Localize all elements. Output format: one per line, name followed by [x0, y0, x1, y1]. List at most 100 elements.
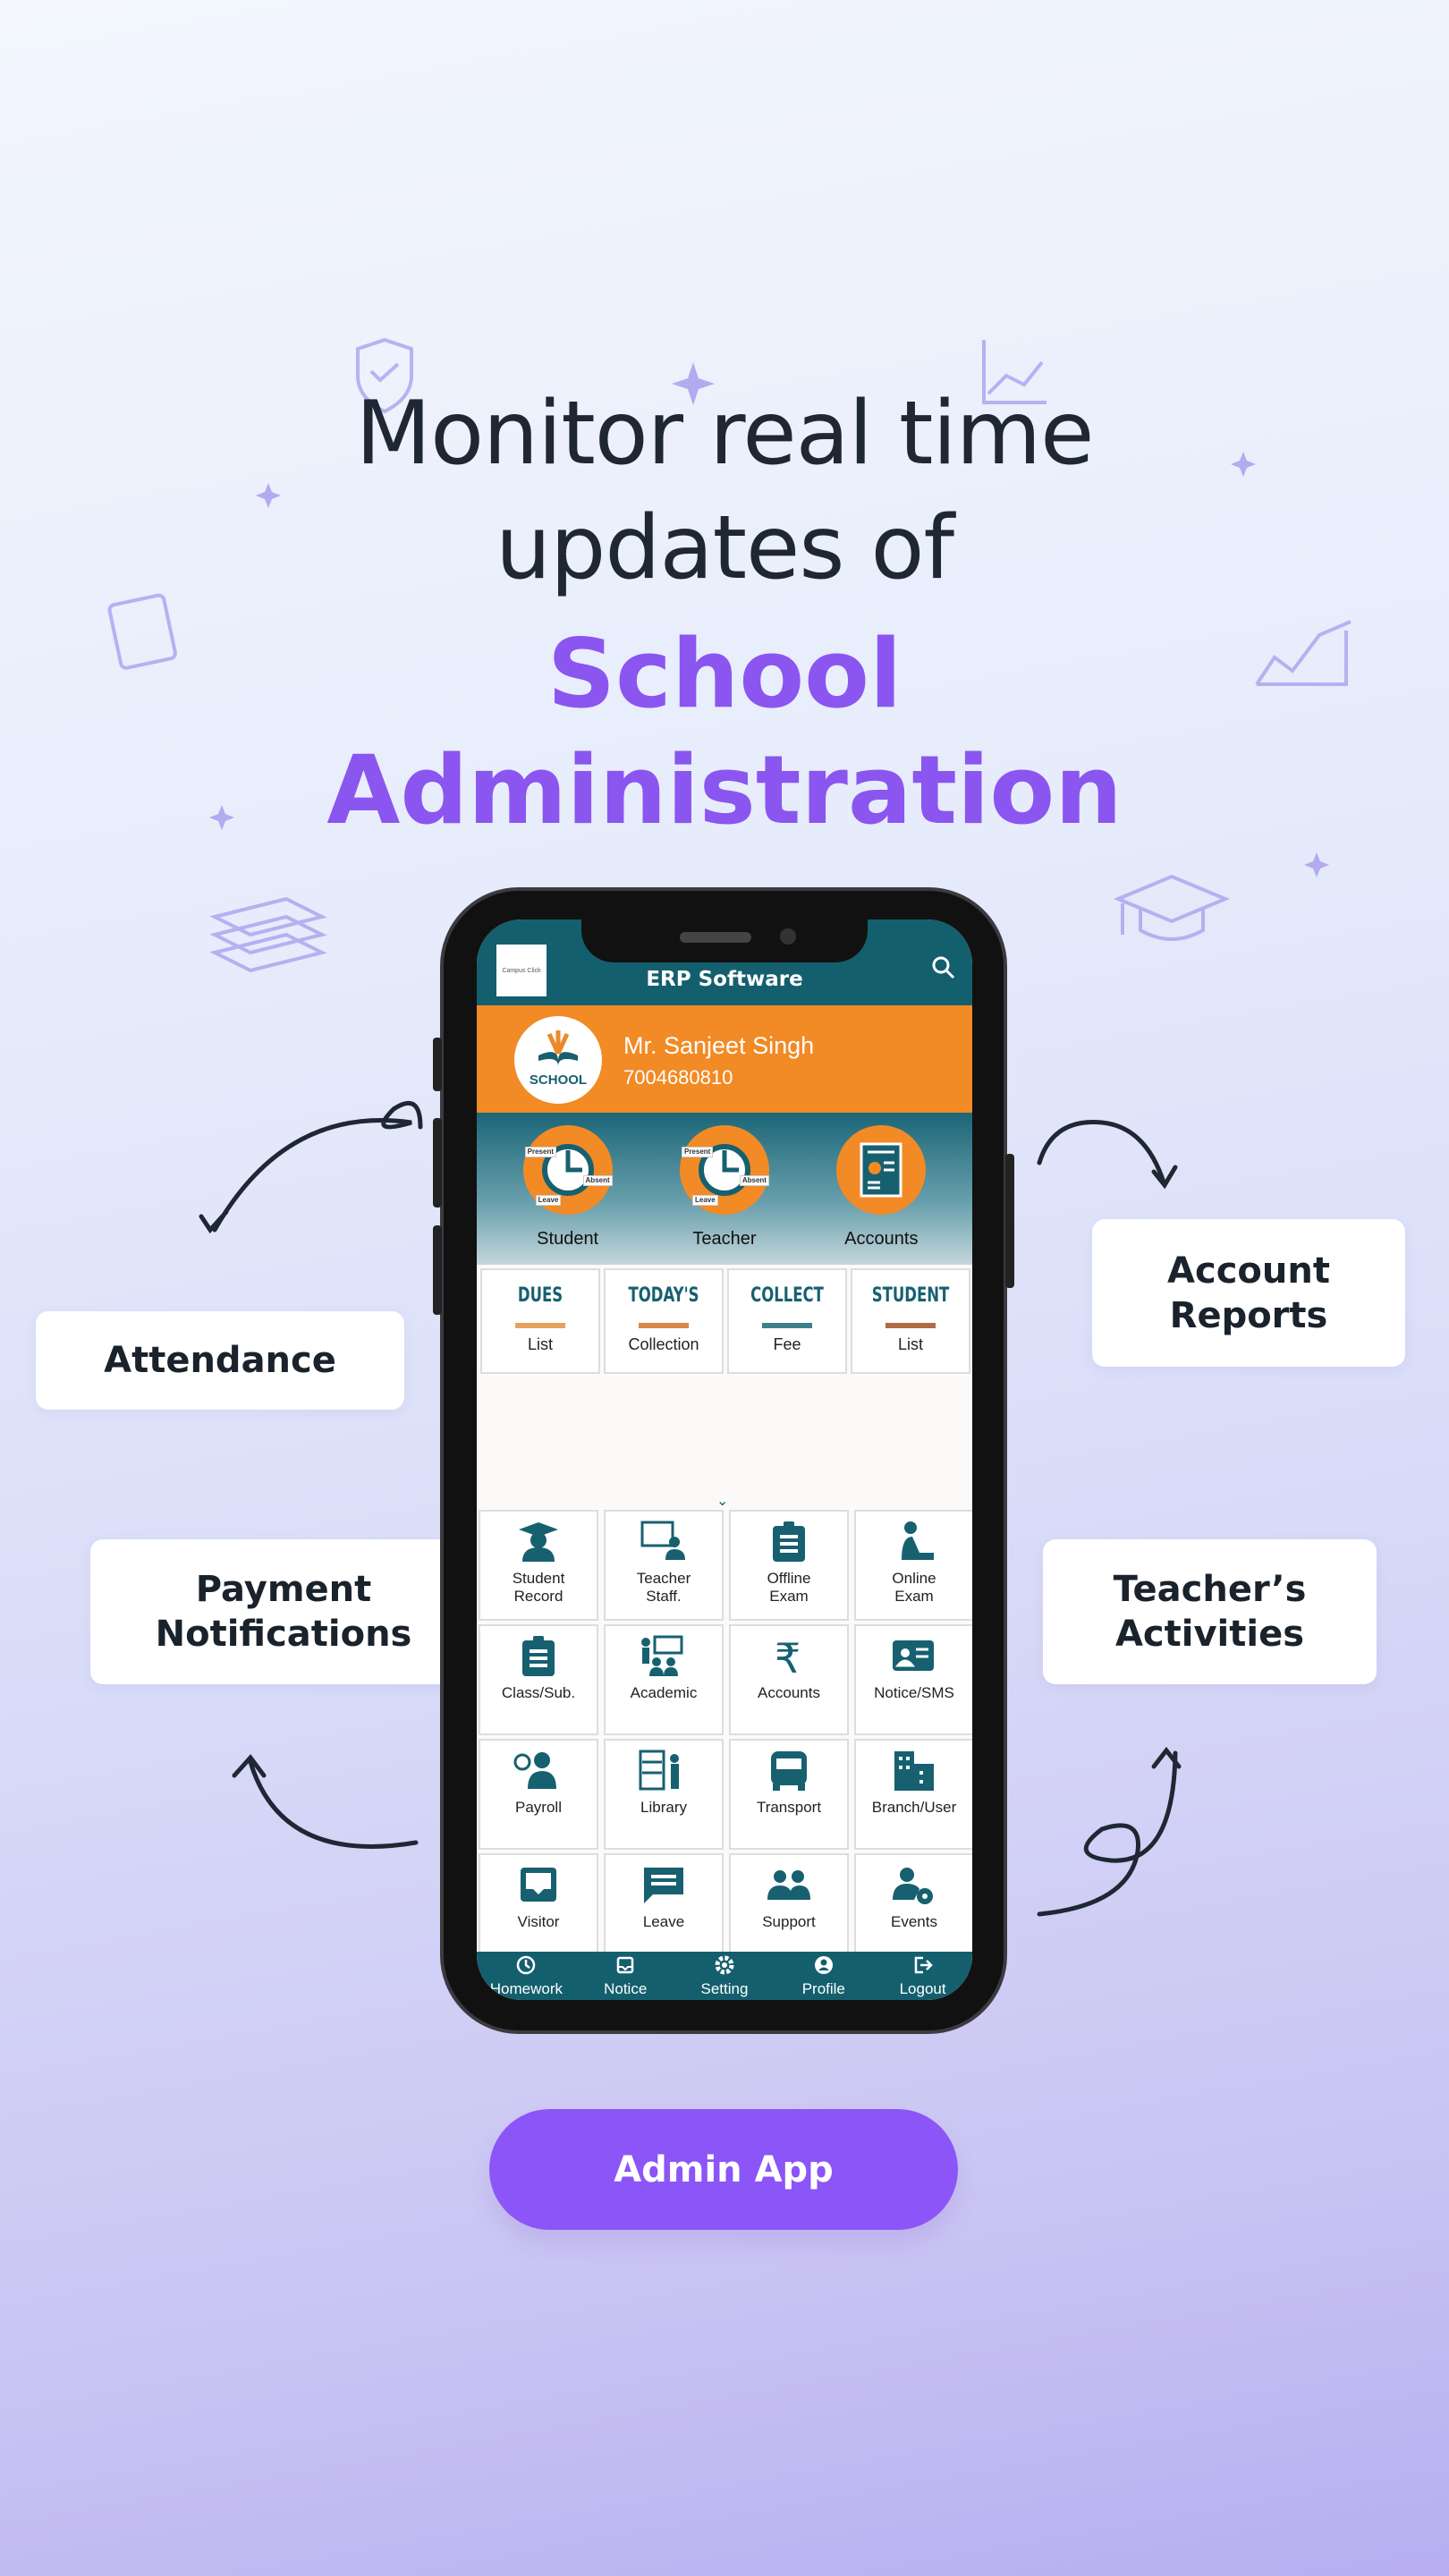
app-screen: Campus Click ERP Software SCHOOL Mr. San…: [477, 919, 972, 2000]
quick-card-todays-collection[interactable]: TODAY'S Collection: [604, 1268, 724, 1374]
arrow-to-teacher-activities: [1037, 1746, 1182, 1917]
present-tag: Present: [681, 1147, 714, 1157]
building-icon: [894, 1751, 934, 1791]
profile-banner: SCHOOL Mr. Sanjeet Singh 7004680810: [477, 1005, 972, 1113]
expand-chevron-icon[interactable]: ⌄: [716, 1492, 728, 1510]
quick-card-student-list[interactable]: STUDENT List: [851, 1268, 970, 1374]
module-label: Payroll: [515, 1799, 562, 1816]
absent-tag: Absent: [582, 1175, 613, 1186]
bus-icon: [771, 1751, 807, 1791]
accounts-summary-button[interactable]: [836, 1125, 927, 1215]
module-label: Academic: [630, 1684, 698, 1701]
inbox-icon: [521, 1868, 556, 1902]
headline-line-2: updates of: [496, 497, 954, 599]
id-card-icon: [893, 1640, 934, 1671]
absent-tag: Absent: [739, 1175, 769, 1186]
nav-setting[interactable]: Setting: [680, 1954, 769, 1998]
user-name: Mr. Sanjeet Singh: [623, 1032, 815, 1059]
summary-section: Present Absent Leave Present Absent Leav…: [477, 1113, 972, 1265]
module-tile-teacher[interactable]: Teacher Staff.: [604, 1510, 724, 1621]
present-tag: Present: [524, 1147, 557, 1157]
payroll-icon: [513, 1752, 556, 1789]
module-tile-visitor[interactable]: Visitor: [479, 1853, 598, 1964]
admin-app-button[interactable]: Admin App: [489, 2109, 958, 2230]
group-icon: [767, 1870, 810, 1900]
summary-label: Student: [537, 1229, 599, 1249]
module-tile-events[interactable]: Events: [854, 1853, 972, 1964]
arrow-to-payment: [232, 1754, 419, 1849]
school-logo: SCHOOL: [514, 1016, 602, 1104]
summary-label: Teacher: [692, 1229, 757, 1249]
module-tile-offline[interactable]: Offline Exam: [729, 1510, 849, 1621]
logout-icon: [914, 1956, 933, 1973]
nav-homework[interactable]: Homework: [481, 1954, 571, 1998]
clock-icon: [517, 1955, 536, 1974]
clipboard-icon: [522, 1636, 555, 1676]
headline-highlight-1: School: [547, 619, 902, 729]
person-writing-icon: [902, 1521, 934, 1560]
nav-profile[interactable]: Profile: [779, 1954, 869, 1998]
module-tile-academic[interactable]: Academic: [604, 1624, 724, 1735]
headline-highlight-2: Administration: [326, 735, 1123, 845]
phone-side-button: [433, 1118, 442, 1208]
module-label: Accounts: [758, 1684, 820, 1701]
module-tile-student[interactable]: Student Record: [479, 1510, 598, 1621]
module-tile-online[interactable]: Online Exam: [854, 1510, 972, 1621]
quick-card-dues[interactable]: DUES List: [480, 1268, 600, 1374]
message-icon: [644, 1868, 683, 1903]
clipboard-icon: [773, 1521, 805, 1562]
account-circle-icon: [814, 1955, 833, 1974]
module-tile-class-sub[interactable]: Class/Sub.: [479, 1624, 598, 1735]
module-tile-library[interactable]: Library: [604, 1739, 724, 1850]
phone-side-button: [433, 1038, 442, 1091]
module-label: Student Record: [512, 1570, 565, 1605]
student-attendance-button[interactable]: Present Absent Leave: [522, 1125, 613, 1215]
module-tile-transport[interactable]: Transport: [729, 1739, 849, 1850]
feature-account-reports: Account Reports: [1092, 1219, 1405, 1367]
books-icon: [209, 896, 327, 973]
module-label: Support: [762, 1913, 816, 1930]
module-label: Events: [891, 1913, 937, 1930]
report-icon: [860, 1142, 902, 1198]
module-label: Visitor: [517, 1913, 560, 1930]
module-tile-support[interactable]: Support: [729, 1853, 849, 1964]
arrow-to-account-reports: [1037, 1120, 1178, 1190]
user-gear-icon: [893, 1868, 933, 1904]
arrow-to-attendance: [199, 1100, 423, 1234]
nav-notice[interactable]: Notice: [580, 1954, 670, 1998]
feature-payment-notifications: Payment Notifications: [90, 1539, 477, 1684]
quick-card-collect-fee[interactable]: COLLECT Fee: [727, 1268, 847, 1374]
feature-attendance: Attendance: [36, 1311, 404, 1410]
gear-icon: [715, 1955, 734, 1974]
user-phone: 7004680810: [623, 1066, 733, 1089]
summary-label: Accounts: [844, 1229, 919, 1249]
module-tile-accounts[interactable]: ₹ Accounts: [729, 1624, 849, 1735]
app-title: ERP Software: [646, 968, 803, 991]
phone-power-button: [1005, 1154, 1014, 1288]
module-label: Offline Exam: [767, 1570, 811, 1605]
module-tile-notice-sms[interactable]: Notice/SMS: [854, 1624, 972, 1735]
library-icon: [639, 1750, 679, 1791]
module-label: Class/Sub.: [501, 1684, 576, 1701]
module-tile-payroll[interactable]: Payroll: [479, 1739, 598, 1850]
headline-line-1: Monitor real time: [355, 383, 1095, 485]
classroom-icon: [641, 1635, 683, 1676]
module-grid: Student Record Teacher Staff. Offline Exam Onl…: [479, 1510, 972, 1964]
search-icon[interactable]: [931, 955, 956, 980]
nav-logout[interactable]: Logout: [878, 1954, 968, 1998]
module-label: Library: [640, 1799, 687, 1816]
module-label: Branch/User: [871, 1799, 957, 1816]
teacher-attendance-button[interactable]: Present Absent Leave: [679, 1125, 769, 1215]
inbox-icon: [616, 1956, 634, 1973]
rupee-icon: ₹: [775, 1634, 801, 1682]
leave-tag: Leave: [691, 1195, 718, 1206]
module-label: Online Exam: [892, 1570, 936, 1605]
feature-teacher-activities: Teacher’s Activities: [1043, 1539, 1377, 1684]
module-tile-branch-user[interactable]: Branch/User: [854, 1739, 972, 1850]
module-tile-leave[interactable]: Leave: [604, 1853, 724, 1964]
svg-text:₹: ₹: [775, 1634, 801, 1678]
grad-cap-icon: [1113, 874, 1231, 941]
camera-icon: [780, 928, 796, 945]
teacher-board-icon: [640, 1521, 685, 1560]
phone-side-button: [433, 1225, 442, 1315]
